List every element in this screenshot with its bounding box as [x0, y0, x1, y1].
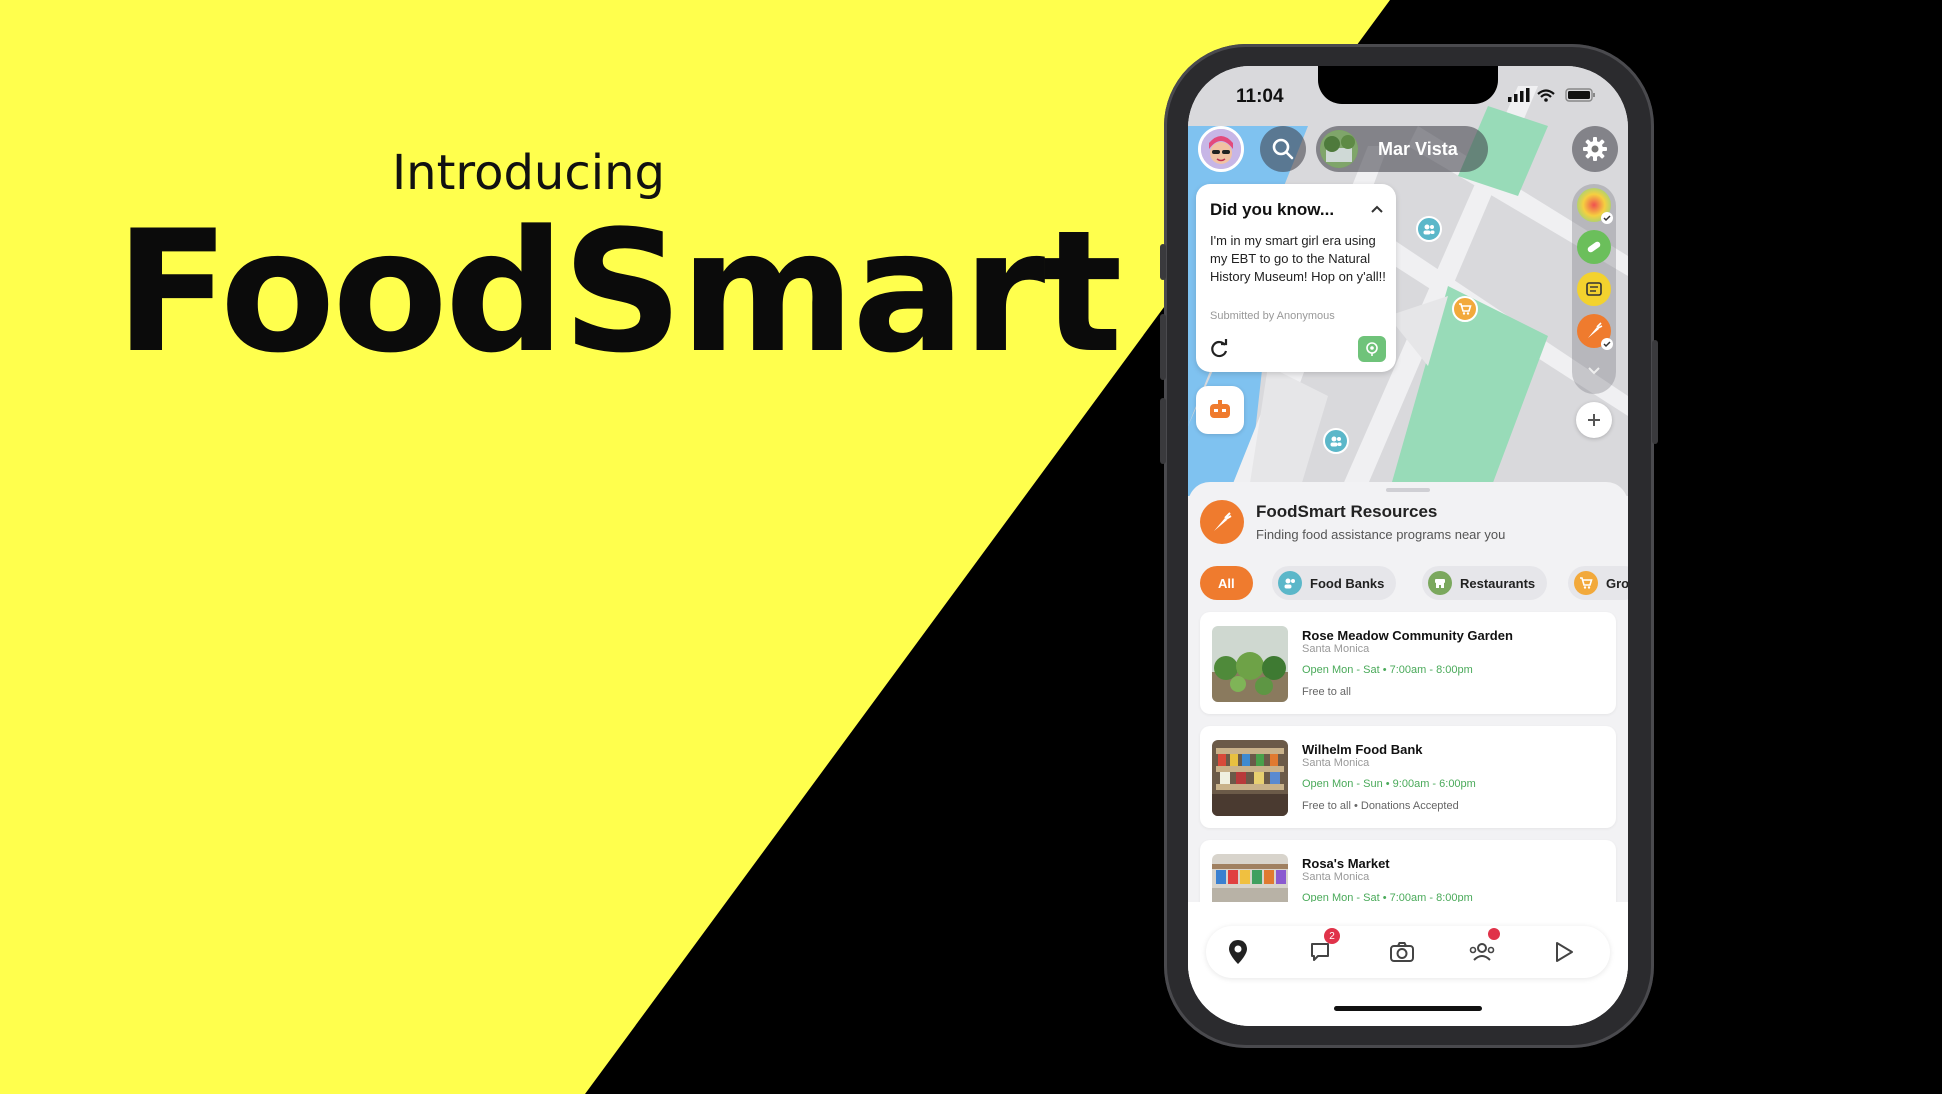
plus-icon: [1588, 414, 1600, 426]
resource-thumbnail: [1212, 626, 1288, 702]
storefront-icon: [1428, 571, 1452, 595]
bitmoji-button[interactable]: [1196, 386, 1244, 434]
nav-chat[interactable]: 2: [1306, 928, 1340, 966]
resources-subtitle: Finding food assistance programs near yo…: [1256, 527, 1506, 542]
phone-volume-down: [1160, 398, 1166, 464]
phone-side-button: [1160, 244, 1166, 280]
robot-icon: [1210, 400, 1230, 418]
carrot-icon: [1214, 512, 1232, 531]
filter-chip-all[interactable]: All: [1200, 566, 1253, 600]
resource-hours: Open Mon - Sun • 9:00am - 6:00pm: [1302, 778, 1476, 790]
did-you-know-body: I'm in my smart girl era using my EBT to…: [1210, 233, 1386, 284]
resource-hours: Open Mon - Sat • 7:00am - 8:00pm: [1302, 664, 1473, 676]
filter-chip-restaurants[interactable]: Restaurants: [1422, 566, 1548, 600]
heatmap-layer-toggle[interactable]: [1577, 188, 1613, 224]
cart-icon: [1574, 571, 1598, 595]
grocery-map-pin[interactable]: [1452, 296, 1478, 322]
status-time: 11:04: [1236, 86, 1284, 107]
filter-chip-label: All: [1218, 575, 1235, 591]
chat-icon: [1311, 943, 1329, 961]
nav-stories[interactable]: [1550, 938, 1578, 966]
brand-title: FoodSmart: [115, 194, 1123, 390]
resource-name: Rosa's Market: [1302, 856, 1390, 871]
nav-map[interactable]: [1224, 938, 1252, 966]
bottom-nav: 2: [1206, 926, 1610, 978]
profile-avatar[interactable]: [1198, 126, 1244, 172]
filter-chip-grocery[interactable]: Gro: [1568, 566, 1628, 600]
ebt-layer-toggle[interactable]: [1577, 272, 1611, 306]
resource-card[interactable]: Wilhelm Food Bank Santa Monica Open Mon …: [1200, 726, 1616, 828]
filter-chips: All Food Banks Restaurants Gro: [1200, 566, 1628, 602]
search-icon: [1272, 138, 1294, 160]
location-thumbnail: [1320, 130, 1358, 168]
food-bank-map-pin[interactable]: [1416, 216, 1442, 242]
chevron-down-icon[interactable]: [1587, 366, 1601, 376]
check-icon: [1601, 212, 1613, 224]
map-top-bar: Mar Vista: [1198, 126, 1618, 174]
resource-city: Santa Monica: [1302, 643, 1370, 655]
chevron-up-icon[interactable]: [1370, 202, 1384, 216]
location-pin-icon: [1366, 342, 1378, 356]
notch: [1318, 66, 1498, 104]
status-icons: [1508, 88, 1595, 102]
phone-power-button: [1652, 340, 1658, 444]
map-layers-rail: [1572, 184, 1616, 394]
map-pin-icon: [1229, 940, 1247, 964]
nav-camera[interactable]: [1388, 938, 1416, 966]
location-pill[interactable]: Mar Vista: [1316, 126, 1488, 172]
status-bar: 11:04: [1188, 66, 1628, 118]
refresh-icon[interactable]: [1208, 338, 1230, 360]
search-button[interactable]: [1260, 126, 1306, 172]
people-icon: [1278, 571, 1302, 595]
did-you-know-submitted: Submitted by Anonymous: [1210, 310, 1335, 322]
pill-icon: [1587, 241, 1601, 253]
add-button[interactable]: [1576, 402, 1612, 438]
card-icon: [1586, 282, 1602, 296]
chat-badge: 2: [1324, 928, 1340, 944]
filter-chip-label: Gro: [1606, 575, 1628, 591]
pills-layer-toggle[interactable]: [1577, 230, 1611, 264]
foodsmart-logo: [1200, 500, 1244, 544]
did-you-know-title: Did you know...: [1210, 200, 1335, 219]
phone-volume-up: [1160, 314, 1166, 380]
home-indicator: [1334, 1006, 1482, 1011]
resource-name: Wilhelm Food Bank: [1302, 742, 1423, 757]
check-icon: [1601, 338, 1613, 350]
resource-details: Free to all • Donations Accepted: [1302, 800, 1459, 812]
sheet-handle[interactable]: [1386, 488, 1430, 492]
location-name: Mar Vista: [1378, 139, 1458, 159]
friends-icon: [1469, 943, 1495, 961]
foodsmart-layer-toggle[interactable]: [1577, 314, 1613, 350]
resource-city: Santa Monica: [1302, 871, 1370, 883]
resource-city: Santa Monica: [1302, 757, 1370, 769]
locate-button[interactable]: [1358, 336, 1386, 362]
food-bank-map-pin[interactable]: [1323, 428, 1349, 454]
play-icon: [1556, 942, 1573, 962]
settings-button[interactable]: [1572, 126, 1618, 172]
resource-thumbnail: [1212, 740, 1288, 816]
phone-screen: 11:04 Mar Vista Did you know... I'm in m…: [1188, 66, 1628, 1026]
intro-text: Introducing: [392, 145, 665, 201]
filter-chip-label: Food Banks: [1310, 575, 1385, 591]
did-you-know-card[interactable]: Did you know... I'm in my smart girl era…: [1196, 184, 1396, 372]
resource-name: Rose Meadow Community Garden: [1302, 628, 1513, 643]
nav-friends[interactable]: [1468, 928, 1500, 966]
friends-notification-dot: [1488, 928, 1500, 940]
gear-icon: [1583, 137, 1607, 161]
resource-details: Free to all: [1302, 686, 1351, 698]
filter-chip-food-banks[interactable]: Food Banks: [1272, 566, 1397, 600]
resource-card[interactable]: Rose Meadow Community Garden Santa Monic…: [1200, 612, 1616, 714]
filter-chip-label: Restaurants: [1460, 575, 1536, 591]
resources-title: FoodSmart Resources: [1256, 502, 1438, 521]
camera-icon: [1390, 942, 1414, 962]
